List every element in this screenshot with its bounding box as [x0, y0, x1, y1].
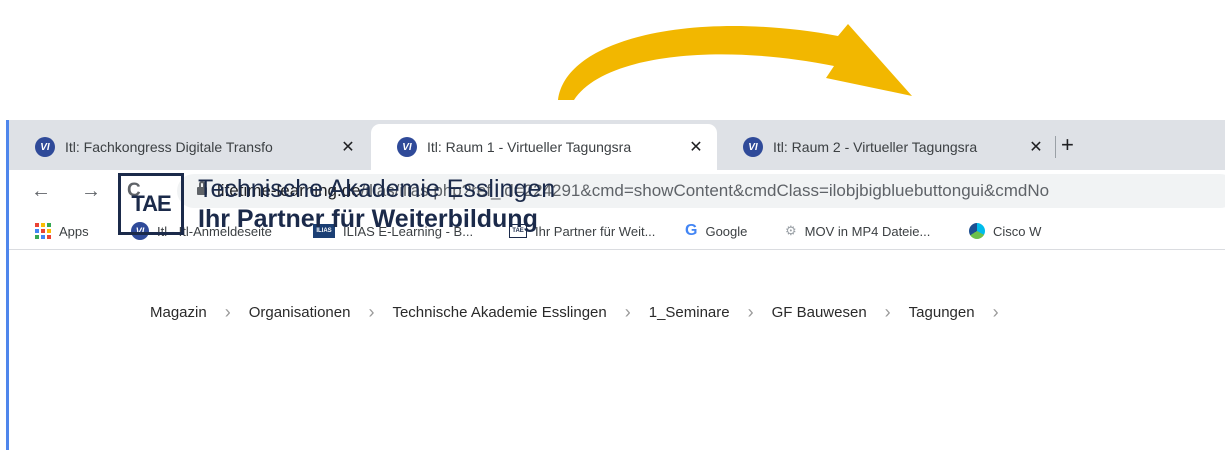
- bookmark-cisco[interactable]: Cisco W: [969, 220, 1041, 242]
- bookmark-label: Google: [705, 223, 748, 239]
- breadcrumb-item-organisationen[interactable]: Organisationen: [249, 304, 351, 321]
- breadcrumb-item-seminare[interactable]: 1_Seminare: [649, 304, 730, 321]
- tab-raum-2[interactable]: VI Itl: Raum 2 - Virtueller Tagungsra ✕: [717, 124, 1057, 170]
- back-button[interactable]: ←: [31, 180, 51, 203]
- breadcrumb-item-technische-akademie[interactable]: Technische Akademie Esslingen: [392, 304, 606, 321]
- tab-title: Itl: Raum 2 - Virtueller Tagungsra: [773, 139, 978, 155]
- logo-line-2: Ihr Partner für Weiterbildung: [198, 205, 538, 233]
- tab-raum-1[interactable]: VI Itl: Raum 1 - Virtueller Tagungsra ✕: [371, 124, 717, 170]
- bookmark-label: Apps: [59, 223, 89, 239]
- google-icon: G: [685, 222, 698, 239]
- chevron-right-icon: ›: [224, 302, 231, 322]
- tab-title: Itl: Raum 1 - Virtueller Tagungsra: [427, 139, 632, 155]
- mov-icon: ⚙: [785, 223, 797, 238]
- tae-logo[interactable]: TAE Technische Akademie Esslingen Ihr Pa…: [118, 173, 555, 235]
- breadcrumb-item-magazin[interactable]: Magazin: [150, 304, 207, 321]
- vi-icon: VI: [743, 137, 763, 157]
- logo-mark: TAE: [118, 173, 184, 235]
- logo-line-1: Technische Akademie Esslingen: [198, 175, 556, 203]
- breadcrumb: Magazin › Organisationen › Technische Ak…: [150, 302, 1017, 323]
- logo-mark-text: TAE: [131, 191, 171, 216]
- bookmark-apps[interactable]: Apps: [35, 220, 89, 242]
- chevron-right-icon: ›: [624, 302, 631, 322]
- new-tab-button[interactable]: +: [1061, 132, 1074, 158]
- arrow-shape: [558, 24, 912, 100]
- chevron-right-icon: ›: [884, 302, 891, 322]
- chevron-right-icon: ›: [747, 302, 754, 322]
- close-icon[interactable]: ✕: [339, 137, 357, 157]
- tab-separator: [1055, 136, 1056, 158]
- tab-strip: VI Itl: Fachkongress Digitale Transfo ✕ …: [9, 120, 1225, 170]
- logo-text: Technische Akademie Esslingen Ihr Partne…: [198, 174, 555, 234]
- cisco-icon: [969, 223, 985, 239]
- tab-title: Itl: Fachkongress Digitale Transfo: [65, 139, 273, 155]
- vi-icon: VI: [397, 137, 417, 157]
- apps-grid-icon: [35, 223, 51, 239]
- forward-button[interactable]: →: [81, 180, 101, 203]
- tab-fachkongress[interactable]: VI Itl: Fachkongress Digitale Transfo ✕: [9, 124, 369, 170]
- bookmark-mov-mp4[interactable]: ⚙ MOV in MP4 Dateie...: [785, 220, 930, 242]
- close-icon[interactable]: ✕: [687, 137, 705, 157]
- chevron-right-icon: ›: [992, 302, 999, 322]
- browser-window: VI Itl: Fachkongress Digitale Transfo ✕ …: [6, 120, 1225, 450]
- bookmark-label: MOV in MP4 Dateie...: [804, 223, 931, 239]
- breadcrumb-item-gf-bauwesen[interactable]: GF Bauwesen: [772, 304, 867, 321]
- close-icon[interactable]: ✕: [1027, 137, 1045, 157]
- bookmark-label: Cisco W: [993, 223, 1042, 239]
- bookmark-google[interactable]: G Google: [685, 220, 747, 242]
- breadcrumb-item-tagungen[interactable]: Tagungen: [909, 304, 975, 321]
- annotation-arrow: [558, 24, 912, 100]
- vi-icon: VI: [35, 137, 55, 157]
- chevron-right-icon: ›: [368, 302, 375, 322]
